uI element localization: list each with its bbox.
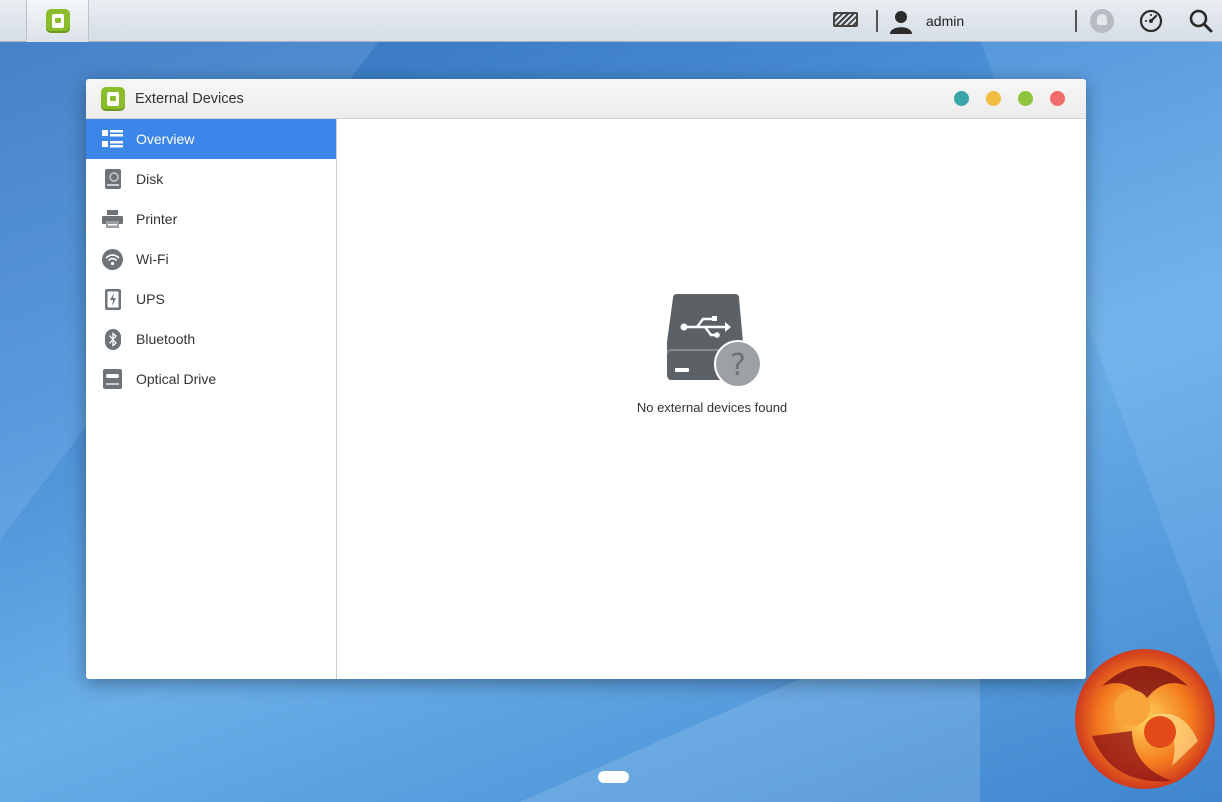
empty-state-message: No external devices found xyxy=(636,400,788,415)
watermark-logo xyxy=(1075,649,1215,789)
sidebar-item-label: Printer xyxy=(136,211,178,227)
sidebar-item-printer[interactable]: Printer xyxy=(86,199,336,239)
sidebar-item-label: Overview xyxy=(136,131,195,147)
keyboard-icon[interactable] xyxy=(833,12,858,27)
sidebar-item-label: Bluetooth xyxy=(136,331,196,347)
sidebar: Overview Disk Printer Wi-Fi UPS Bluetoot… xyxy=(86,119,337,679)
bluetooth-icon xyxy=(102,328,123,350)
external-devices-window: External Devices Overview Disk Printer W… xyxy=(86,79,1086,679)
external-devices-icon xyxy=(45,8,70,33)
external-devices-icon xyxy=(101,86,125,111)
disk-icon xyxy=(102,169,123,190)
sidebar-item-optical-drive[interactable]: Optical Drive xyxy=(86,359,336,399)
user-menu-label[interactable]: admin xyxy=(926,13,964,29)
dock-toggle[interactable] xyxy=(598,771,629,783)
notification-bell-icon[interactable] xyxy=(1090,9,1114,33)
taskbar-app-external-devices[interactable] xyxy=(27,0,89,42)
usb-drive-unknown-icon: ? xyxy=(667,294,762,388)
teal-button[interactable] xyxy=(954,91,969,106)
close-button[interactable] xyxy=(1050,91,1065,106)
sidebar-item-wifi[interactable]: Wi-Fi xyxy=(86,239,336,279)
maximize-button[interactable] xyxy=(1018,91,1033,106)
show-desktop-button[interactable] xyxy=(0,0,27,42)
printer-icon xyxy=(102,209,123,230)
wifi-icon xyxy=(102,248,123,270)
sidebar-item-label: Disk xyxy=(136,171,164,187)
window-title: External Devices xyxy=(135,90,244,107)
user-icon[interactable] xyxy=(888,9,914,35)
minimize-button[interactable] xyxy=(986,91,1001,106)
ups-icon xyxy=(102,288,123,310)
sidebar-item-label: UPS xyxy=(136,291,165,307)
sidebar-item-overview[interactable]: Overview xyxy=(86,119,336,159)
window-titlebar[interactable]: External Devices xyxy=(86,79,1086,119)
sidebar-item-ups[interactable]: UPS xyxy=(86,279,336,319)
taskbar xyxy=(0,0,1222,42)
overview-icon xyxy=(102,129,123,150)
sidebar-item-label: Wi-Fi xyxy=(136,251,169,267)
sidebar-item-bluetooth[interactable]: Bluetooth xyxy=(86,319,336,359)
svg-text:?: ? xyxy=(730,348,746,383)
search-icon[interactable] xyxy=(1188,8,1214,34)
taskbar-divider xyxy=(876,10,878,32)
taskbar-divider xyxy=(1075,10,1077,32)
sidebar-item-disk[interactable]: Disk xyxy=(86,159,336,199)
resource-monitor-icon[interactable] xyxy=(1139,9,1163,33)
main-content: ? No external devices found xyxy=(338,119,1086,679)
optical-drive-icon xyxy=(102,369,123,390)
sidebar-item-label: Optical Drive xyxy=(136,371,217,387)
